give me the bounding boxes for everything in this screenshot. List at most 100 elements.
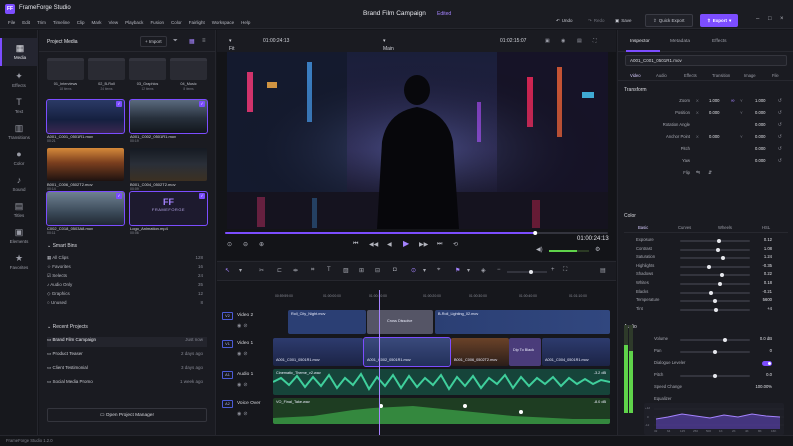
media-clip[interactable]: B001_C006_0502T2.mov 00:14 bbox=[47, 148, 124, 193]
nav-favorites[interactable]: ★ Favorites bbox=[0, 248, 38, 276]
save-button[interactable]: ▣ Save bbox=[615, 14, 632, 27]
folder-item[interactable]: 02_B-Roll 24 items bbox=[88, 58, 125, 96]
yaw-field[interactable]: 0.000 bbox=[755, 158, 765, 163]
volume-slider[interactable] bbox=[680, 338, 750, 342]
marker-icon[interactable]: ⊖ bbox=[243, 241, 248, 248]
media-clip[interactable]: ✓ C002_C018_0503A8.mov 00:11 bbox=[46, 191, 125, 237]
recent-project-item[interactable]: ▭ Client Testimonial 3 days ago bbox=[47, 365, 207, 375]
timeline-ruler[interactable]: 00:59:59:00 01:00:00:00 01:00:10:00 01:0… bbox=[273, 282, 616, 304]
menu-color[interactable]: Color bbox=[171, 20, 182, 25]
color-tab-wheels[interactable]: Wheels bbox=[718, 225, 732, 230]
slider-knob[interactable] bbox=[716, 239, 721, 243]
color-slider[interactable] bbox=[680, 290, 750, 295]
export-button[interactable]: ⇧ Export ▾ bbox=[700, 14, 739, 27]
filter-icon[interactable]: ⏷ bbox=[173, 38, 178, 45]
maximize-icon[interactable]: □ bbox=[768, 16, 772, 22]
menu-help[interactable]: Help bbox=[241, 20, 250, 25]
slider-knob[interactable] bbox=[715, 247, 720, 252]
color-tab-hsl[interactable]: HSL bbox=[762, 225, 770, 230]
flip-vertical-icon[interactable]: ⇵ bbox=[708, 170, 712, 176]
menu-fairlight[interactable]: Fairlight bbox=[189, 20, 205, 25]
color-value[interactable]: -0.35 bbox=[762, 263, 772, 268]
playhead[interactable] bbox=[379, 290, 380, 435]
pitch-value[interactable]: 0.0 bbox=[766, 372, 772, 377]
slip-tool-icon[interactable]: ⇹ bbox=[293, 267, 298, 274]
tab-inspector[interactable]: Inspector bbox=[630, 39, 650, 44]
menu-mark[interactable]: Mark bbox=[91, 20, 101, 25]
slider-knob[interactable] bbox=[714, 307, 719, 312]
reset-icon[interactable]: ↺ bbox=[778, 110, 782, 116]
slider-knob[interactable] bbox=[713, 350, 717, 354]
dropdown-icon[interactable]: ▾ bbox=[239, 267, 242, 274]
reset-icon[interactable]: ↺ bbox=[778, 146, 782, 152]
text-tool-icon[interactable]: T bbox=[327, 267, 331, 273]
smart-bin-item[interactable]: ○ Unused 8 bbox=[47, 300, 207, 308]
redo-button[interactable]: ↷ Redo bbox=[588, 14, 605, 27]
loop-icon[interactable]: ⟲ bbox=[453, 241, 458, 248]
recent-projects-header[interactable]: ⌄ Recent Projects bbox=[47, 324, 88, 330]
position-x-field[interactable]: 0.000 bbox=[709, 110, 719, 115]
edit-dropdown[interactable]: Main Edit ▾ bbox=[383, 38, 394, 58]
crop-icon[interactable]: ⌗ bbox=[311, 267, 314, 274]
audio-clip[interactable]: Cinematic_Theme_v2.wav -3.2 dB bbox=[273, 369, 610, 395]
menu-fusion[interactable]: Fusion bbox=[150, 20, 164, 25]
zoom-in-icon[interactable]: + bbox=[551, 267, 555, 273]
recent-project-item[interactable]: ▭ Social Media Promo 1 week ago bbox=[47, 379, 207, 389]
zoom-y-field[interactable]: 1.000 bbox=[755, 98, 765, 103]
color-value[interactable]: 0.12 bbox=[764, 237, 772, 242]
color-slider[interactable] bbox=[680, 273, 750, 278]
slider-knob[interactable] bbox=[719, 273, 724, 278]
link-icon[interactable]: ∞ bbox=[731, 98, 735, 104]
dialogue-leveler-toggle[interactable] bbox=[762, 361, 772, 366]
open-project-manager-button[interactable]: ▭ Open Project Manager bbox=[47, 408, 207, 422]
color-value[interactable]: 5600 bbox=[763, 297, 772, 302]
color-slider[interactable] bbox=[680, 299, 750, 304]
overwrite-icon[interactable]: ⊟ bbox=[375, 267, 380, 274]
volume-value[interactable]: 0.0 dB bbox=[760, 336, 772, 341]
audio-clip[interactable]: VO_Final_Take.wav -8.0 dB bbox=[273, 398, 610, 424]
step-back-icon[interactable]: ◀◀ bbox=[369, 241, 378, 248]
color-value[interactable]: 1.24 bbox=[764, 254, 772, 259]
color-value[interactable]: -0.21 bbox=[762, 289, 772, 294]
in-point-icon[interactable]: ⊙ bbox=[227, 241, 232, 248]
trim-tool-icon[interactable]: ⊏ bbox=[277, 267, 282, 274]
subtab-transition[interactable]: Transition bbox=[712, 73, 730, 78]
zoom-slider[interactable] bbox=[507, 270, 547, 274]
timeline-settings-icon[interactable]: ▤ bbox=[600, 267, 606, 274]
subtab-file[interactable]: File bbox=[772, 73, 779, 78]
subtab-effects[interactable]: Effects bbox=[684, 73, 697, 78]
color-value[interactable]: +4 bbox=[767, 306, 772, 311]
grid-view-icon[interactable]: ▦ bbox=[189, 38, 195, 45]
dropdown-icon[interactable]: ▾ bbox=[467, 267, 470, 274]
nav-titles[interactable]: ▤ Titles bbox=[0, 196, 38, 224]
reset-icon[interactable]: ↺ bbox=[778, 158, 782, 164]
close-icon[interactable]: × bbox=[780, 16, 784, 22]
track-header-v2[interactable]: V2 Video 2 ◉⊘ bbox=[217, 310, 273, 338]
color-slider[interactable] bbox=[680, 307, 750, 312]
smart-bin-item[interactable]: ♪ Audio Only 35 bbox=[47, 282, 207, 290]
nav-media[interactable]: ▦ Media bbox=[0, 38, 38, 66]
flag-icon[interactable]: ⚑ bbox=[455, 267, 460, 274]
timeline-clip[interactable]: B001_C006_0502T2.mov bbox=[451, 338, 509, 366]
speed-value[interactable]: 100.00% bbox=[755, 384, 772, 389]
color-slider[interactable] bbox=[680, 239, 750, 243]
settings-icon[interactable]: ⚙ bbox=[595, 246, 600, 253]
track-header-v1[interactable]: V1 Video 1 ◉⊘ bbox=[217, 338, 273, 366]
safe-area-icon[interactable]: ▣ bbox=[545, 38, 550, 44]
track-toggle-icons[interactable]: ◉⊘ bbox=[237, 323, 250, 329]
insert-icon[interactable]: ⊞ bbox=[359, 267, 364, 274]
minimize-icon[interactable]: – bbox=[756, 16, 759, 22]
go-to-start-icon[interactable]: ⏮ bbox=[353, 241, 358, 248]
snapshot-icon[interactable]: ◘ bbox=[393, 267, 397, 273]
media-clip[interactable]: ✓ A001_C001_0501R1.mov 00:21 bbox=[46, 99, 125, 145]
tab-metadata[interactable]: Metadata bbox=[670, 39, 690, 44]
folder-item[interactable]: 04_Music 8 items bbox=[170, 58, 207, 96]
play-icon[interactable]: ▶ bbox=[403, 239, 409, 248]
snap-icon[interactable]: ⌖ bbox=[437, 267, 440, 274]
timeline-clip[interactable]: A001_C004_0501R1.mov bbox=[542, 338, 610, 366]
media-clip[interactable]: ✓ A001_C002_0501R1.mov 00:19 bbox=[129, 99, 208, 145]
media-clip[interactable]: B001_C004_0502T2.mov 00:09 bbox=[130, 148, 207, 193]
marker-icon[interactable]: ◈ bbox=[481, 267, 486, 274]
volume-icon[interactable]: ◀) bbox=[536, 246, 543, 253]
reset-icon[interactable]: ↺ bbox=[778, 122, 782, 128]
